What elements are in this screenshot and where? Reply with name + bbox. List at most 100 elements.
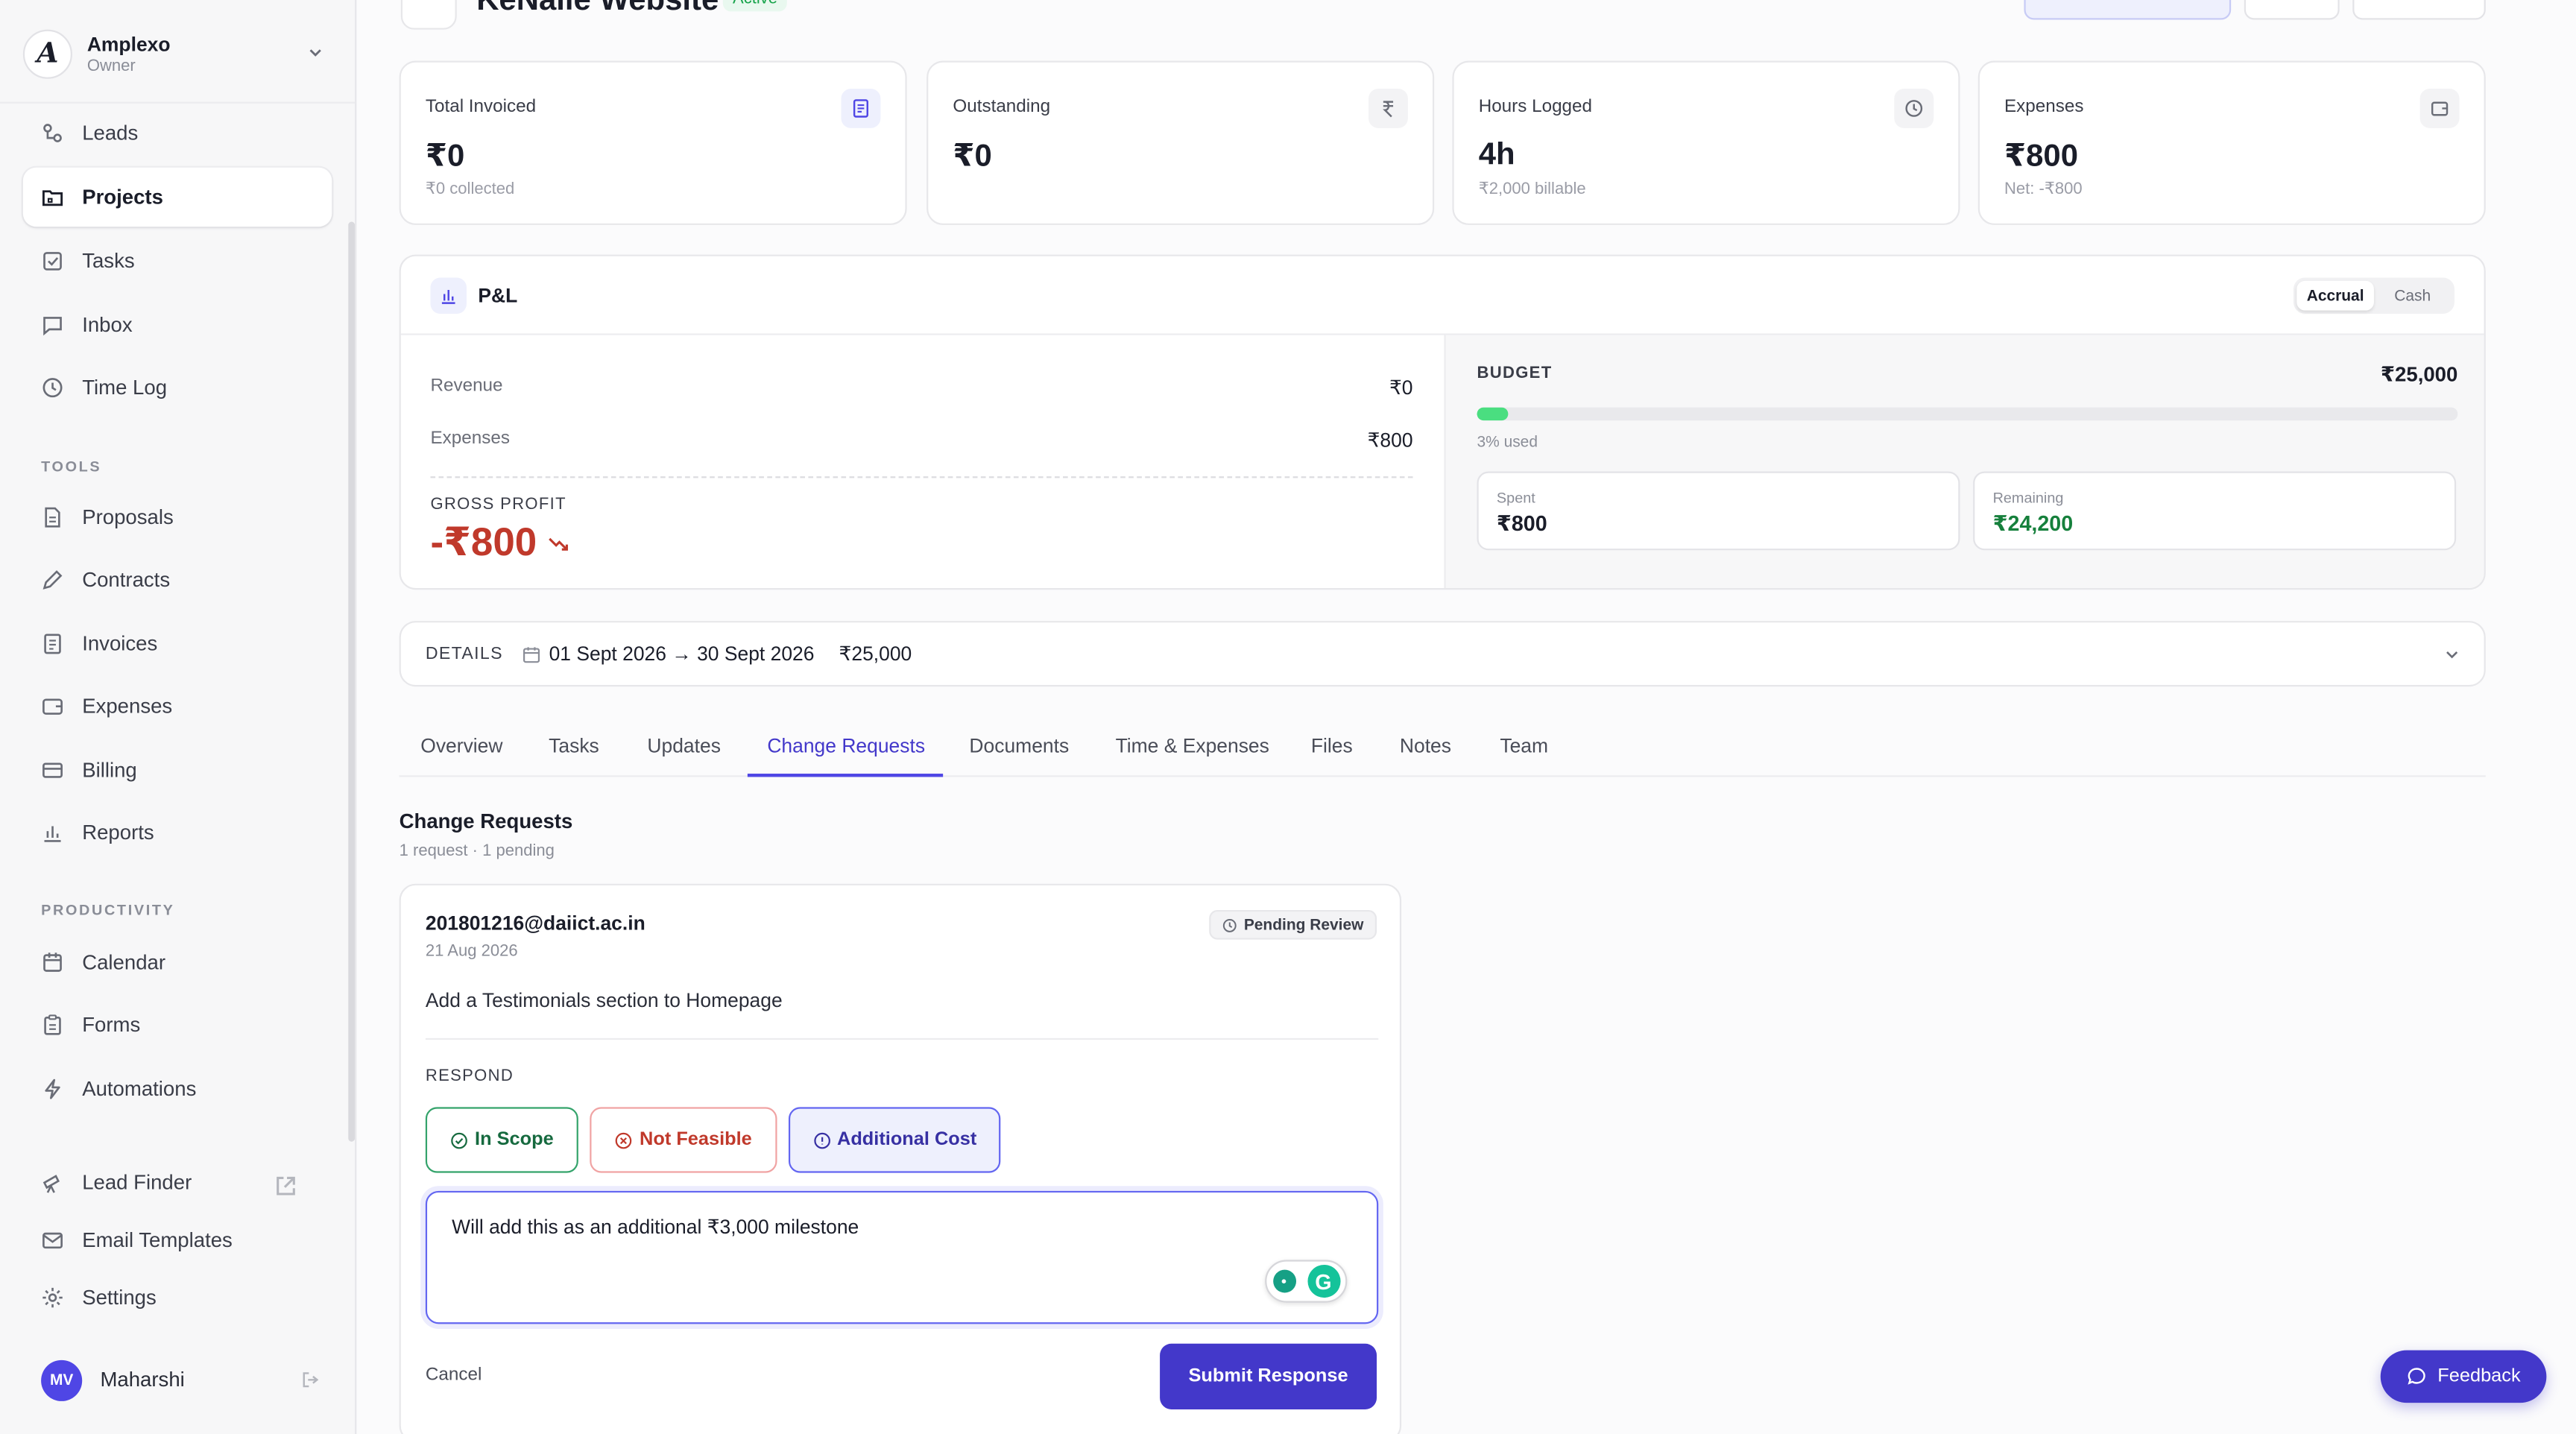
sidebar-item-reports[interactable]: Reports [23, 803, 332, 862]
sidebar-item-time-log[interactable]: Time Log [23, 358, 332, 417]
response-textarea[interactable]: Will add this as an additional ₹3,000 mi… [425, 1190, 1379, 1324]
nav-section-productivity: PRODUCTIVITY [41, 901, 175, 918]
requester-email: 201801216@daiict.ac.in [425, 912, 645, 935]
sidebar-item-leads[interactable]: Leads [23, 104, 332, 162]
status-badge: Pending Review [1209, 909, 1377, 940]
remove-button[interactable] [2352, 0, 2486, 20]
revenue-label: Revenue [430, 376, 503, 397]
leads-icon [43, 124, 62, 142]
tab-updates[interactable]: Updates [647, 734, 721, 757]
wallet-icon [2419, 89, 2460, 128]
tab-time-expenses[interactable]: Time & Expenses [1116, 734, 1269, 757]
sidebar-item-settings[interactable]: Settings [23, 1268, 332, 1327]
feedback-button[interactable]: Feedback [2380, 1350, 2547, 1403]
sidebar-item-lead-finder[interactable]: Lead Finder [23, 1153, 332, 1212]
expenses-label: Expenses [430, 429, 510, 449]
sidebar-item-projects[interactable]: Projects [22, 167, 332, 227]
sidebar-item-proposals[interactable]: Proposals [23, 488, 332, 547]
sidebar-item-label: Billing [82, 759, 137, 783]
accounting-mode-toggle[interactable]: Accrual Cash [2293, 277, 2455, 314]
toggle-cash[interactable]: Cash [2374, 281, 2452, 311]
gross-profit-value: -₹800 [430, 519, 569, 566]
tab-files[interactable]: Files [1311, 734, 1353, 757]
chevron-down-icon[interactable] [2443, 645, 2460, 663]
sidebar-item-label: Inbox [82, 313, 133, 337]
gear-icon [42, 1287, 63, 1308]
pl-title: P&L [478, 284, 518, 308]
sidebar-item-tasks[interactable]: Tasks [23, 232, 332, 291]
tab-change-requests[interactable]: Change Requests [767, 734, 925, 757]
stat-card-hours-logged: Hours Logged 4h ₹2,000 billable [1452, 60, 1960, 225]
mail-icon [42, 1232, 63, 1249]
page-title: KeNaile Website [476, 0, 719, 19]
sidebar-item-label: Time Log [82, 376, 168, 399]
not-feasible-button[interactable]: Not Feasible [590, 1107, 777, 1173]
spent-value: ₹800 [1496, 511, 1547, 536]
project-icon [400, 0, 457, 30]
logout-icon[interactable] [300, 1370, 320, 1389]
stat-label: Hours Logged [1478, 97, 1593, 117]
tab-overview[interactable]: Overview [420, 734, 502, 757]
details-label: DETAILS [425, 643, 503, 664]
revenue-row: Revenue ₹0 [430, 376, 1412, 399]
trending-down-icon [548, 537, 568, 550]
chat-bubble-icon [2407, 1368, 2425, 1385]
clock-icon [1894, 89, 1934, 128]
sidebar-item-forms[interactable]: Forms [23, 996, 332, 1055]
sidebar-item-contracts[interactable]: Contracts [23, 550, 332, 609]
remaining-value: ₹24,200 [1992, 511, 2074, 536]
request-signoff-button[interactable] [2024, 0, 2232, 20]
tab-notes[interactable]: Notes [1400, 734, 1451, 757]
spent-box: Spent ₹800 [1477, 471, 1960, 551]
document-icon [45, 507, 60, 528]
tab-documents[interactable]: Documents [969, 734, 1069, 757]
sidebar-item-expenses[interactable]: Expenses [23, 677, 332, 736]
workspace-switcher[interactable]: A Amplexo Owner [22, 23, 335, 86]
user-profile[interactable]: MV Maharshi [41, 1359, 323, 1401]
tab-tasks[interactable]: Tasks [549, 734, 599, 757]
stat-card-total-invoiced: Total Invoiced ₹0 ₹0 collected [399, 60, 907, 225]
spent-label: Spent [1496, 489, 1535, 506]
sidebar-scrollbar[interactable] [348, 221, 356, 1142]
sidebar-item-email-templates[interactable]: Email Templates [23, 1210, 332, 1269]
edit-button[interactable] [2244, 0, 2340, 20]
sidebar-item-label: Calendar [82, 951, 166, 974]
details-bar[interactable]: DETAILS 01 Sept 2026 → 30 Sept 2026 ₹25,… [399, 621, 2486, 687]
change-request-card: 201801216@daiict.ac.in 21 Aug 2026 Pendi… [399, 883, 1402, 1434]
expenses-row: Expenses ₹800 [430, 429, 1412, 452]
sidebar-item-invoices[interactable]: Invoices [23, 614, 332, 673]
grammarly-widget[interactable]: • G [1265, 1260, 1348, 1303]
sidebar-item-automations[interactable]: Automations [23, 1060, 332, 1119]
cancel-button[interactable]: Cancel [426, 1365, 482, 1384]
calendar-icon [523, 646, 540, 663]
in-scope-button[interactable]: In Scope [425, 1107, 578, 1173]
stat-value: ₹0 [953, 139, 992, 174]
clock-icon [1223, 917, 1237, 932]
budget-total: ₹25,000 [2380, 363, 2458, 386]
sidebar-item-label: Forms [82, 1013, 141, 1037]
lightbulb-icon[interactable]: • [1272, 1269, 1295, 1293]
submit-response-button[interactable]: Submit Response [1160, 1343, 1377, 1409]
check-circle-icon [451, 1131, 467, 1149]
expenses-value: ₹800 [1367, 429, 1413, 452]
budget-progress-bar [1477, 407, 2458, 421]
sidebar-item-calendar[interactable]: Calendar [23, 933, 332, 992]
divider [430, 476, 1413, 478]
wallet-icon [42, 698, 63, 715]
toggle-accrual[interactable]: Accrual [2296, 280, 2374, 311]
sidebar-item-inbox[interactable]: Inbox [23, 296, 332, 355]
chevron-down-icon [309, 49, 321, 57]
request-date: 21 Aug 2026 [425, 943, 518, 961]
additional-cost-button[interactable]: Additional Cost [788, 1107, 1001, 1173]
calendar-icon [43, 953, 62, 972]
tab-team[interactable]: Team [1500, 734, 1548, 757]
grammarly-icon[interactable]: G [1307, 1265, 1340, 1298]
folder-icon [42, 190, 63, 206]
sidebar: A Amplexo Owner Leads Projects Tasks Inb… [0, 0, 357, 1434]
invoice-icon [841, 89, 881, 128]
sidebar-item-label: Email Templates [82, 1228, 233, 1252]
sidebar-item-billing[interactable]: Billing [23, 741, 332, 800]
rupee-icon [1368, 89, 1408, 128]
budget-progress-fill [1477, 407, 1509, 421]
sidebar-item-label: Automations [82, 1077, 197, 1101]
